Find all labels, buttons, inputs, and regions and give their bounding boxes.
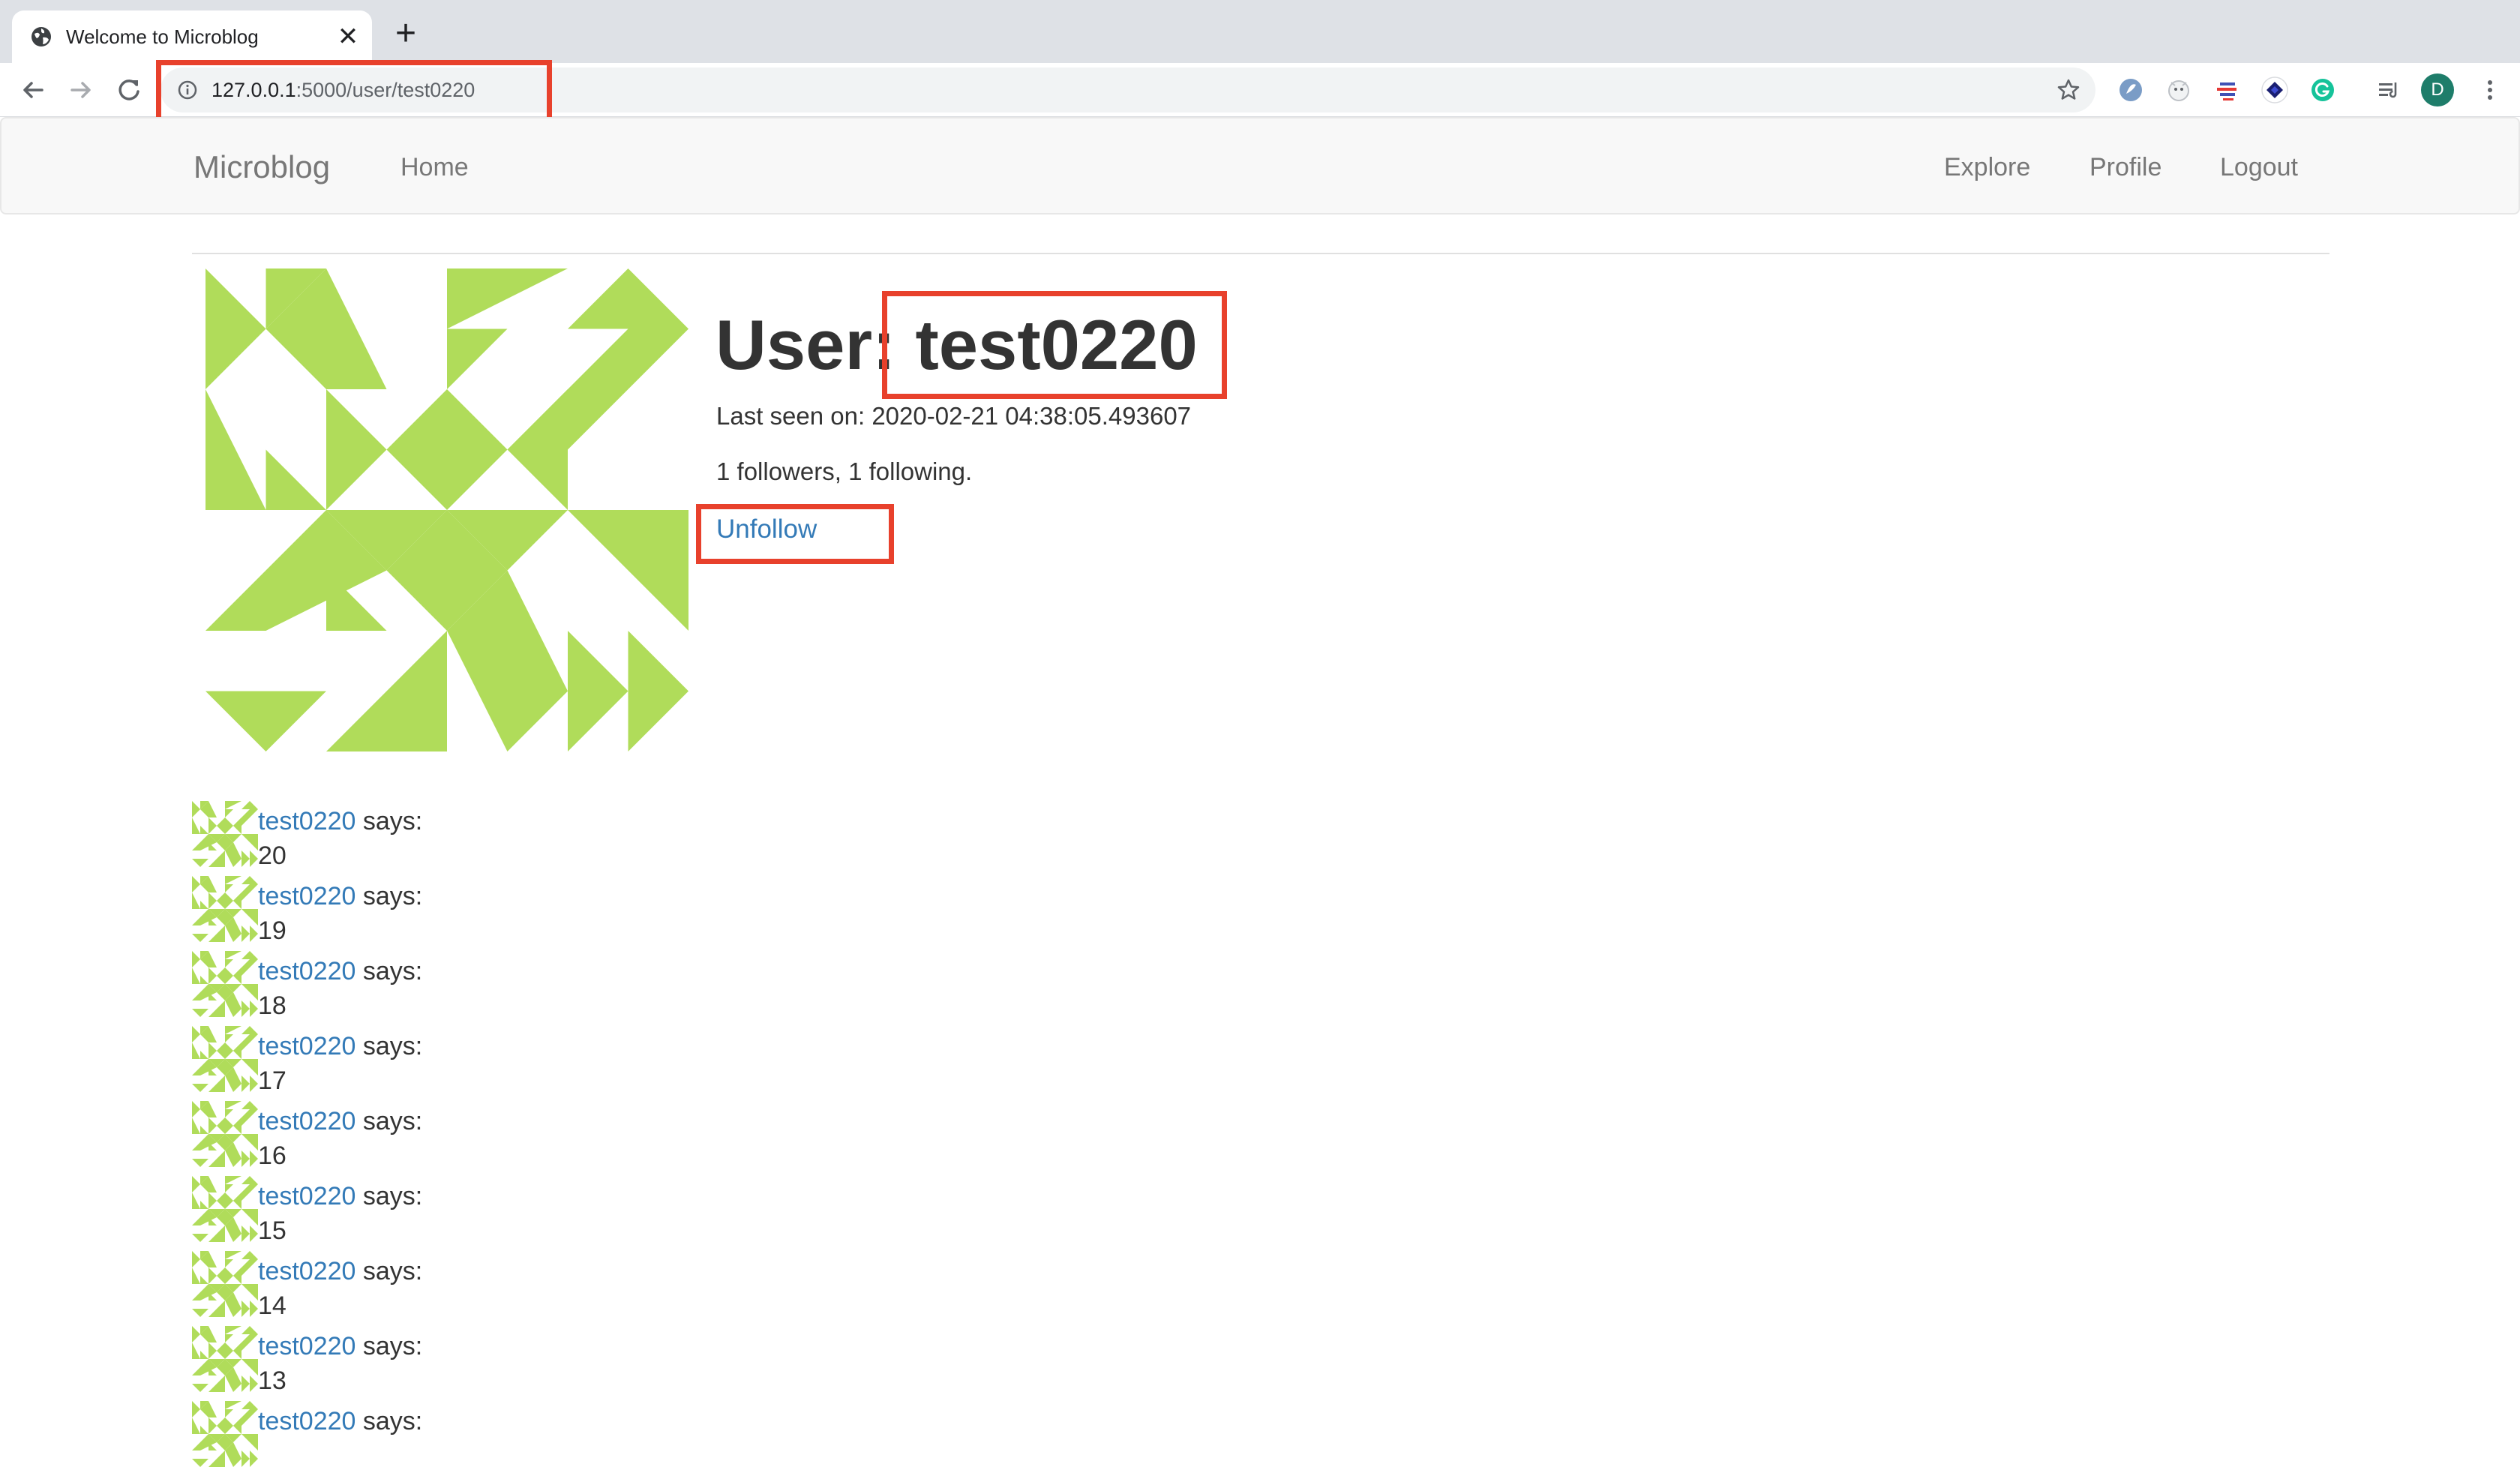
user-avatar-identicon: [206, 268, 688, 752]
tab-close-icon[interactable]: ✕: [336, 24, 360, 50]
star-icon[interactable]: [2055, 76, 2082, 104]
post-says-label: says:: [356, 1032, 423, 1060]
profile-avatar[interactable]: D: [2421, 74, 2454, 106]
follow-counts-text: 1 followers, 1 following.: [716, 458, 973, 485]
post-item: test0220 says:: [192, 1401, 942, 1476]
nav-logout-link[interactable]: Logout: [2220, 118, 2298, 216]
extension-1-icon[interactable]: [2116, 76, 2145, 104]
post-says-label: says:: [356, 957, 423, 986]
post-says-label: says:: [356, 1257, 423, 1286]
last-seen-text: Last seen on: 2020-02-21 04:38:05.493607: [716, 402, 1192, 430]
post-author-line: test0220 says:: [258, 1251, 422, 1292]
address-bar[interactable]: 127.0.0.1:5000/user/test0220: [160, 68, 2096, 112]
reload-icon[interactable]: [112, 74, 146, 106]
post-body: 13: [258, 1366, 286, 1395]
post-author-link[interactable]: test0220: [258, 1182, 356, 1210]
forward-arrow-icon[interactable]: [64, 74, 98, 106]
post-body: 14: [258, 1292, 286, 1320]
url-text: 127.0.0.1:5000/user/test0220: [212, 68, 475, 112]
user-heading-prefix: User:: [716, 305, 916, 384]
post-says-label: says:: [356, 1182, 423, 1210]
post-avatar: [192, 1026, 258, 1092]
post-author-line: test0220 says:: [258, 1101, 422, 1142]
post-author-line: test0220 says:: [258, 1401, 422, 1442]
post-body: 20: [258, 842, 286, 870]
url-host: 127.0.0.1: [212, 79, 296, 101]
post-author-link[interactable]: test0220: [258, 1032, 356, 1060]
post-item: test0220 says: 19: [192, 876, 942, 951]
post-says-label: says:: [356, 807, 423, 836]
brand-link[interactable]: Microblog: [194, 118, 330, 216]
post-item: test0220 says: 15: [192, 1176, 942, 1251]
unfollow-link[interactable]: Unfollow: [716, 514, 817, 544]
info-icon[interactable]: [177, 80, 198, 100]
post-body: 15: [258, 1216, 286, 1245]
post-says-label: says:: [356, 1332, 423, 1360]
globe-icon: [32, 27, 51, 46]
post-avatar: [192, 1176, 258, 1242]
post-says-label: says:: [356, 1407, 423, 1436]
browser-tab[interactable]: Welcome to Microblog ✕: [12, 10, 372, 63]
post-author-line: test0220 says:: [258, 951, 422, 992]
post-says-label: says:: [356, 882, 423, 910]
post-avatar: [192, 1251, 258, 1317]
post-author-line: test0220 says:: [258, 876, 422, 916]
post-author-link[interactable]: test0220: [258, 1257, 356, 1286]
post-avatar: [192, 1101, 258, 1167]
post-avatar: [192, 801, 258, 867]
post-author-line: test0220 says:: [258, 1326, 422, 1366]
post-author-link[interactable]: test0220: [258, 1332, 356, 1360]
tab-title: Welcome to Microblog: [66, 26, 259, 48]
post-body: 18: [258, 992, 286, 1020]
post-body: 16: [258, 1142, 286, 1170]
post-avatar: [192, 1401, 258, 1467]
divider: [192, 253, 2330, 254]
extension-2-icon[interactable]: [2164, 76, 2193, 104]
browser-tab-strip: Welcome to Microblog ✕ +: [0, 0, 2520, 63]
post-body: 17: [258, 1066, 286, 1095]
nav-home-link[interactable]: Home: [400, 118, 469, 216]
media-queue-icon[interactable]: [2374, 76, 2403, 104]
post-author-link[interactable]: test0220: [258, 807, 356, 836]
post-item: test0220 says: 20: [192, 801, 942, 876]
vertical-dots-icon[interactable]: [2475, 75, 2505, 105]
post-author-link[interactable]: test0220: [258, 1107, 356, 1136]
post-author-line: test0220 says:: [258, 1176, 422, 1216]
site-navbar: Microblog Home Explore Profile Logout: [0, 117, 2520, 214]
post-item: test0220 says: 13: [192, 1326, 942, 1401]
post-author-line: test0220 says:: [258, 1026, 422, 1066]
post-item: test0220 says: 18: [192, 951, 942, 1026]
post-body: 19: [258, 916, 286, 945]
username: test0220: [915, 305, 1198, 384]
back-arrow-icon[interactable]: [16, 74, 50, 106]
post-avatar: [192, 876, 258, 942]
post-item: test0220 says: 16: [192, 1101, 942, 1176]
extension-4-icon[interactable]: [2260, 76, 2289, 104]
nav-explore-link[interactable]: Explore: [1944, 118, 2030, 216]
post-avatar: [192, 951, 258, 1017]
url-path: :5000/user/test0220: [296, 79, 476, 101]
extension-3-icon[interactable]: [2212, 76, 2241, 104]
post-item: test0220 says: 14: [192, 1251, 942, 1326]
post-list: test0220 says: 20 test0220 says: 19 test0220…: [192, 801, 942, 1476]
post-author-link[interactable]: test0220: [258, 957, 356, 986]
nav-profile-link[interactable]: Profile: [2090, 118, 2162, 216]
grammarly-icon[interactable]: [2308, 76, 2337, 104]
user-heading: User: test0220: [716, 300, 1198, 390]
new-tab-button[interactable]: +: [388, 16, 423, 52]
post-author-link[interactable]: test0220: [258, 1407, 356, 1436]
post-item: test0220 says: 17: [192, 1026, 942, 1101]
post-avatar: [192, 1326, 258, 1392]
post-author-line: test0220 says:: [258, 801, 422, 842]
post-author-link[interactable]: test0220: [258, 882, 356, 910]
post-says-label: says:: [356, 1107, 423, 1136]
